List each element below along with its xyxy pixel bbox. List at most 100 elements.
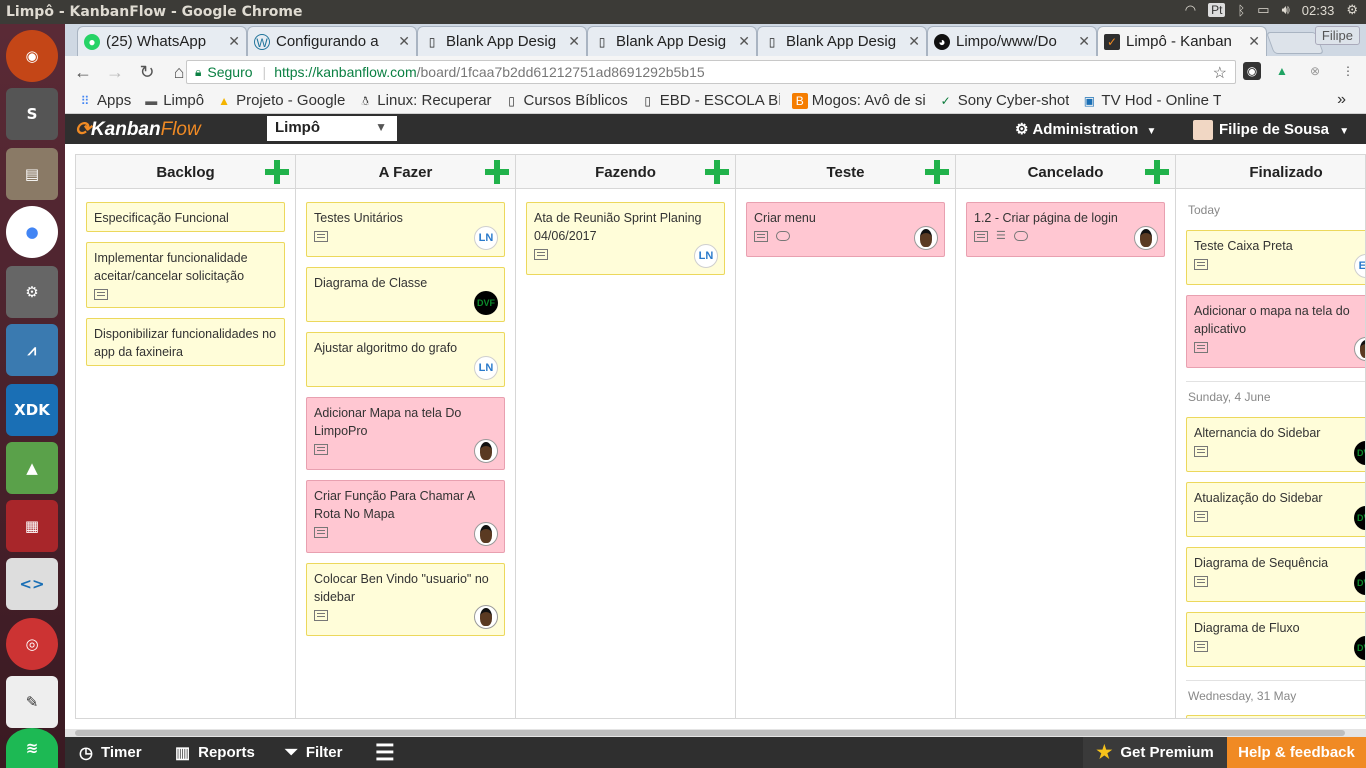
intel-xdk-icon[interactable]: XDK	[6, 384, 58, 436]
files-icon[interactable]: ▤	[6, 148, 58, 200]
task-card[interactable]: Diagrama de Classe DVF	[306, 267, 505, 322]
android-studio-icon[interactable]: ▲	[6, 442, 58, 494]
bluetooth-icon[interactable]: ᛒ	[1237, 3, 1245, 18]
tab-configurando[interactable]: W Configurando a ✕	[247, 26, 417, 56]
bookmark-tvhod[interactable]: ▣ TV Hod - Online T	[1081, 92, 1222, 109]
clock[interactable]: 02:33	[1302, 3, 1335, 18]
close-icon[interactable]: ✕	[738, 33, 750, 50]
bookmark-cursos[interactable]: ▯ Cursos Bíblicos	[504, 92, 628, 109]
add-task-icon[interactable]	[1145, 160, 1169, 184]
back-arrow-icon[interactable]: ←	[69, 62, 97, 83]
more-bookmarks-icon[interactable]: »	[1337, 91, 1346, 109]
task-card[interactable]: Diagrama de Sequência DVF	[1186, 547, 1365, 602]
tab-kanbanflow[interactable]: ✓ Limpô - Kanban ✕	[1097, 26, 1267, 56]
bookmark-apps[interactable]: ⠿ Apps	[77, 92, 132, 109]
battery-icon[interactable]: ▭	[1257, 2, 1269, 18]
extension-icon[interactable]: ⊗	[1306, 62, 1324, 80]
tab-whatsapp[interactable]: ● (25) WhatsApp ✕	[77, 26, 247, 56]
task-card[interactable]: Implementar funcionalidade aceitar/cance…	[86, 242, 285, 308]
task-card[interactable]: Ajustar algoritmo do grafo LN	[306, 332, 505, 387]
bookmark-limpo[interactable]: ▬ Limpô	[143, 92, 204, 109]
tab-blank-app-1[interactable]: ▯ Blank App Desig ✕	[417, 26, 587, 56]
disk-app-icon[interactable]: ◎	[6, 618, 58, 670]
text-editor-icon[interactable]: ✎	[6, 676, 58, 728]
task-card[interactable]: Ata de Reunião Sprint Planing 04/06/2017…	[526, 202, 725, 275]
task-card[interactable]	[1186, 715, 1365, 718]
bookmark-mogos[interactable]: B Mogos: Avô de si	[791, 92, 926, 109]
task-card[interactable]: Atualização do Sidebar DVF	[1186, 482, 1365, 537]
reports-button[interactable]: ▥ Reports	[175, 737, 255, 768]
google-drive-extension-icon[interactable]: ▲	[1273, 62, 1291, 80]
scrollbar-thumb[interactable]	[75, 730, 1345, 736]
add-task-icon[interactable]	[265, 160, 289, 184]
star-icon[interactable]: ☆	[1213, 63, 1227, 83]
tab-github[interactable]: ◕ Limpo/www/Do ✕	[927, 26, 1097, 56]
spotify-icon[interactable]: ≋	[6, 728, 58, 768]
reports-icon: ▥	[175, 744, 191, 762]
add-task-icon[interactable]	[485, 160, 509, 184]
bookmark-sony[interactable]: ✓ Sony Cyber-shot	[938, 92, 1070, 109]
task-card[interactable]: Disponibilizar funcionalidades no app da…	[86, 318, 285, 366]
add-task-icon[interactable]	[705, 160, 729, 184]
task-title: Criar menu	[754, 211, 816, 225]
close-icon[interactable]: ✕	[568, 33, 580, 50]
bookmark-ebd[interactable]: ▯ EBD - ESCOLA BÍ	[640, 92, 779, 109]
bookmark-label: Sony Cyber-shot	[957, 92, 1070, 109]
spy-extension-icon[interactable]: ◉	[1243, 62, 1261, 80]
menu-button[interactable]: ☰	[375, 737, 395, 768]
gear-icon[interactable]: ⚙	[1346, 2, 1358, 18]
task-card[interactable]: Teste Caixa Preta ES	[1186, 230, 1365, 285]
menu-dots-icon[interactable]: ⋮	[1339, 62, 1357, 80]
terminal-app-icon[interactable]: ▦	[6, 500, 58, 552]
user-menu[interactable]: Filipe de Sousa ▼	[1193, 120, 1349, 140]
task-card[interactable]: Alternancia do Sidebar DVF	[1186, 417, 1365, 472]
task-card[interactable]: 1.2 - Criar página de login ☰	[966, 202, 1165, 257]
bookmark-projeto[interactable]: ▲ Projeto - Google	[216, 92, 345, 109]
page-icon: ▯	[508, 93, 515, 108]
task-card[interactable]: Adicionar o mapa na tela do aplicativo	[1186, 295, 1365, 368]
chrome-icon[interactable]: ●	[6, 206, 58, 258]
help-feedback-button[interactable]: Help & feedback	[1227, 737, 1366, 768]
administration-menu[interactable]: ⚙ Administration ▼	[1015, 120, 1156, 138]
sublime-text-icon[interactable]: S	[6, 88, 58, 140]
task-card[interactable]: Colocar Ben Vindo "usuario" no sidebar	[306, 563, 505, 636]
timer-button[interactable]: ◷ Timer	[79, 737, 142, 768]
close-icon[interactable]: ✕	[1248, 33, 1260, 50]
tab-blank-app-2[interactable]: ▯ Blank App Desig ✕	[587, 26, 757, 56]
close-icon[interactable]: ✕	[908, 33, 920, 50]
filter-button[interactable]: ⏷ Filter	[285, 737, 343, 768]
help-label: Help & feedback	[1238, 744, 1355, 761]
task-card[interactable]: Diagrama de Fluxo DVF	[1186, 612, 1365, 667]
close-icon[interactable]: ✕	[1078, 33, 1090, 50]
chevron-down-icon: ▼	[375, 120, 387, 134]
bookmark-linux[interactable]: 🐧︎ Linux: Recuperar	[357, 92, 492, 109]
keyboard-layout-indicator[interactable]: Pt	[1208, 3, 1226, 17]
settings-icon[interactable]: ⚙	[6, 266, 58, 318]
tab-blank-app-3[interactable]: ▯ Blank App Desig ✕	[757, 26, 927, 56]
get-premium-button[interactable]: ★ Get Premium	[1083, 737, 1227, 768]
column-cancelado: Cancelado 1.2 - Criar página de login ☰	[956, 155, 1176, 718]
system-top-panel: Limpô - KanbanFlow - Google Chrome ◠ Pt …	[0, 0, 1366, 24]
address-bar[interactable]: 🔒︎ Seguro | https://kanbanflow.com /boar…	[186, 60, 1236, 84]
board-select[interactable]: Limpô ▼	[267, 116, 397, 141]
ubuntu-icon[interactable]: ◉	[6, 30, 58, 82]
horizontal-scrollbar[interactable]	[65, 729, 1366, 737]
profile-button[interactable]: Filipe	[1314, 26, 1360, 45]
kanbanflow-logo[interactable]: ⟳KanbanFlow	[75, 118, 201, 141]
system-monitor-icon[interactable]: ⩘	[6, 324, 58, 376]
task-card[interactable]: Especificação Funcional	[86, 202, 285, 232]
task-card[interactable]: Testes Unitários LN	[306, 202, 505, 257]
reload-icon[interactable]: ↻	[133, 62, 161, 83]
close-icon[interactable]: ✕	[228, 33, 240, 50]
code-editor-icon[interactable]: <>	[6, 558, 58, 610]
task-card[interactable]: Criar menu	[746, 202, 945, 257]
forward-arrow-icon[interactable]: →	[101, 62, 129, 83]
user-name: Filipe de Sousa	[1219, 120, 1330, 138]
task-card[interactable]: Criar Função Para Chamar A Rota No Mapa	[306, 480, 505, 553]
close-icon[interactable]: ✕	[398, 33, 410, 50]
wifi-icon[interactable]: ◠	[1185, 2, 1196, 18]
add-task-icon[interactable]	[925, 160, 949, 184]
task-card[interactable]: Adicionar Mapa na tela Do LimpoPro	[306, 397, 505, 470]
volume-icon[interactable]: 🔊︎	[1282, 2, 1290, 18]
task-title: 1.2 - Criar página de login	[974, 211, 1118, 225]
